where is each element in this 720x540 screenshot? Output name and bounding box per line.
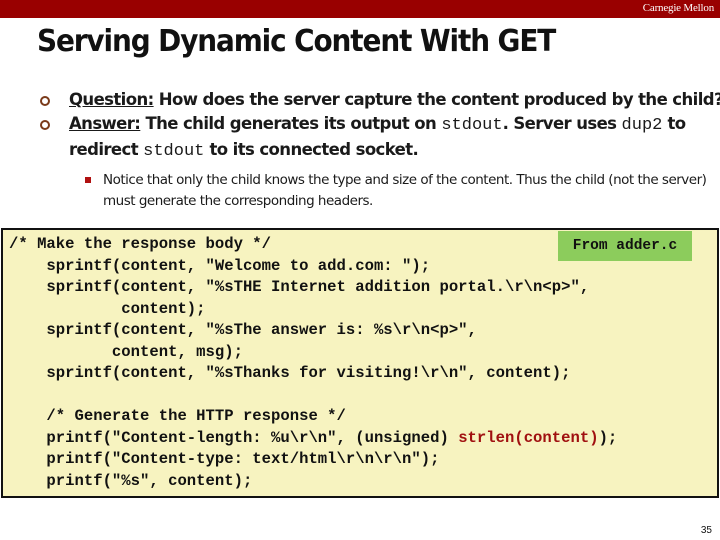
circle-bullet-icon: [40, 120, 50, 130]
header-bar: Carnegie Mellon: [0, 0, 720, 18]
answer-code-stdout: stdout: [143, 142, 205, 161]
answer-code-stdout: stdout: [441, 116, 503, 135]
notice-text: Notice that only the child knows the typ…: [103, 172, 707, 209]
source-file-label: From adder.c: [572, 238, 678, 254]
brand-label: Carnegie Mellon: [642, 2, 714, 14]
page-number: 35: [700, 525, 712, 536]
bullet-answer: Answer: The child generates its output o…: [40, 112, 719, 164]
code-line: sprintf(content, "%sThanks for visiting!…: [9, 364, 571, 382]
code-line: printf("%s", content);: [9, 471, 253, 490]
answer-text: The child generates its output on: [140, 114, 442, 133]
answer-text: to its connected socket.: [204, 140, 419, 159]
question-label: Question:: [69, 90, 154, 109]
code-line: content);: [9, 299, 206, 318]
code-text: );: [598, 428, 618, 447]
code-line: /* Make the response body */: [9, 235, 272, 253]
code-line: sprintf(content, "Welcome to add.com: ")…: [9, 256, 431, 275]
answer-text: . Server uses: [502, 114, 622, 133]
source-file-tag: From adder.c: [558, 231, 692, 261]
sub-bullet-notice: Notice that only the child knows the typ…: [85, 170, 710, 212]
circle-bullet-icon: [40, 96, 50, 106]
slide-title: Serving Dynamic Content With GET: [37, 24, 556, 59]
code-line: content, msg);: [9, 342, 243, 361]
code-highlight-strlen: strlen(content): [458, 428, 599, 447]
code-line: printf("Content-type: text/html\r\n\r\n"…: [9, 450, 440, 468]
bullet-question: Question: How does the server capture th…: [40, 88, 720, 112]
code-line: /* Generate the HTTP response */: [9, 407, 346, 425]
code-line: sprintf(content, "%sTHE Internet additio…: [9, 278, 590, 296]
answer-label: Answer:: [69, 114, 141, 133]
question-text: How does the server capture the content …: [153, 90, 720, 109]
code-listing: /* Make the response body */ sprintf(con…: [9, 234, 617, 492]
square-bullet-icon: [85, 177, 91, 183]
code-line: sprintf(content, "%sThe answer is: %s\r\…: [9, 321, 477, 339]
answer-code-dup2: dup2: [621, 116, 663, 135]
bullet-list: Question: How does the server capture th…: [40, 88, 720, 212]
code-line: printf("Content-length: %u\r\n", (unsign…: [9, 428, 617, 450]
code-text: printf("Content-length: %u\r\n", (unsign…: [9, 428, 459, 447]
code-block: /* Make the response body */ sprintf(con…: [1, 228, 719, 498]
